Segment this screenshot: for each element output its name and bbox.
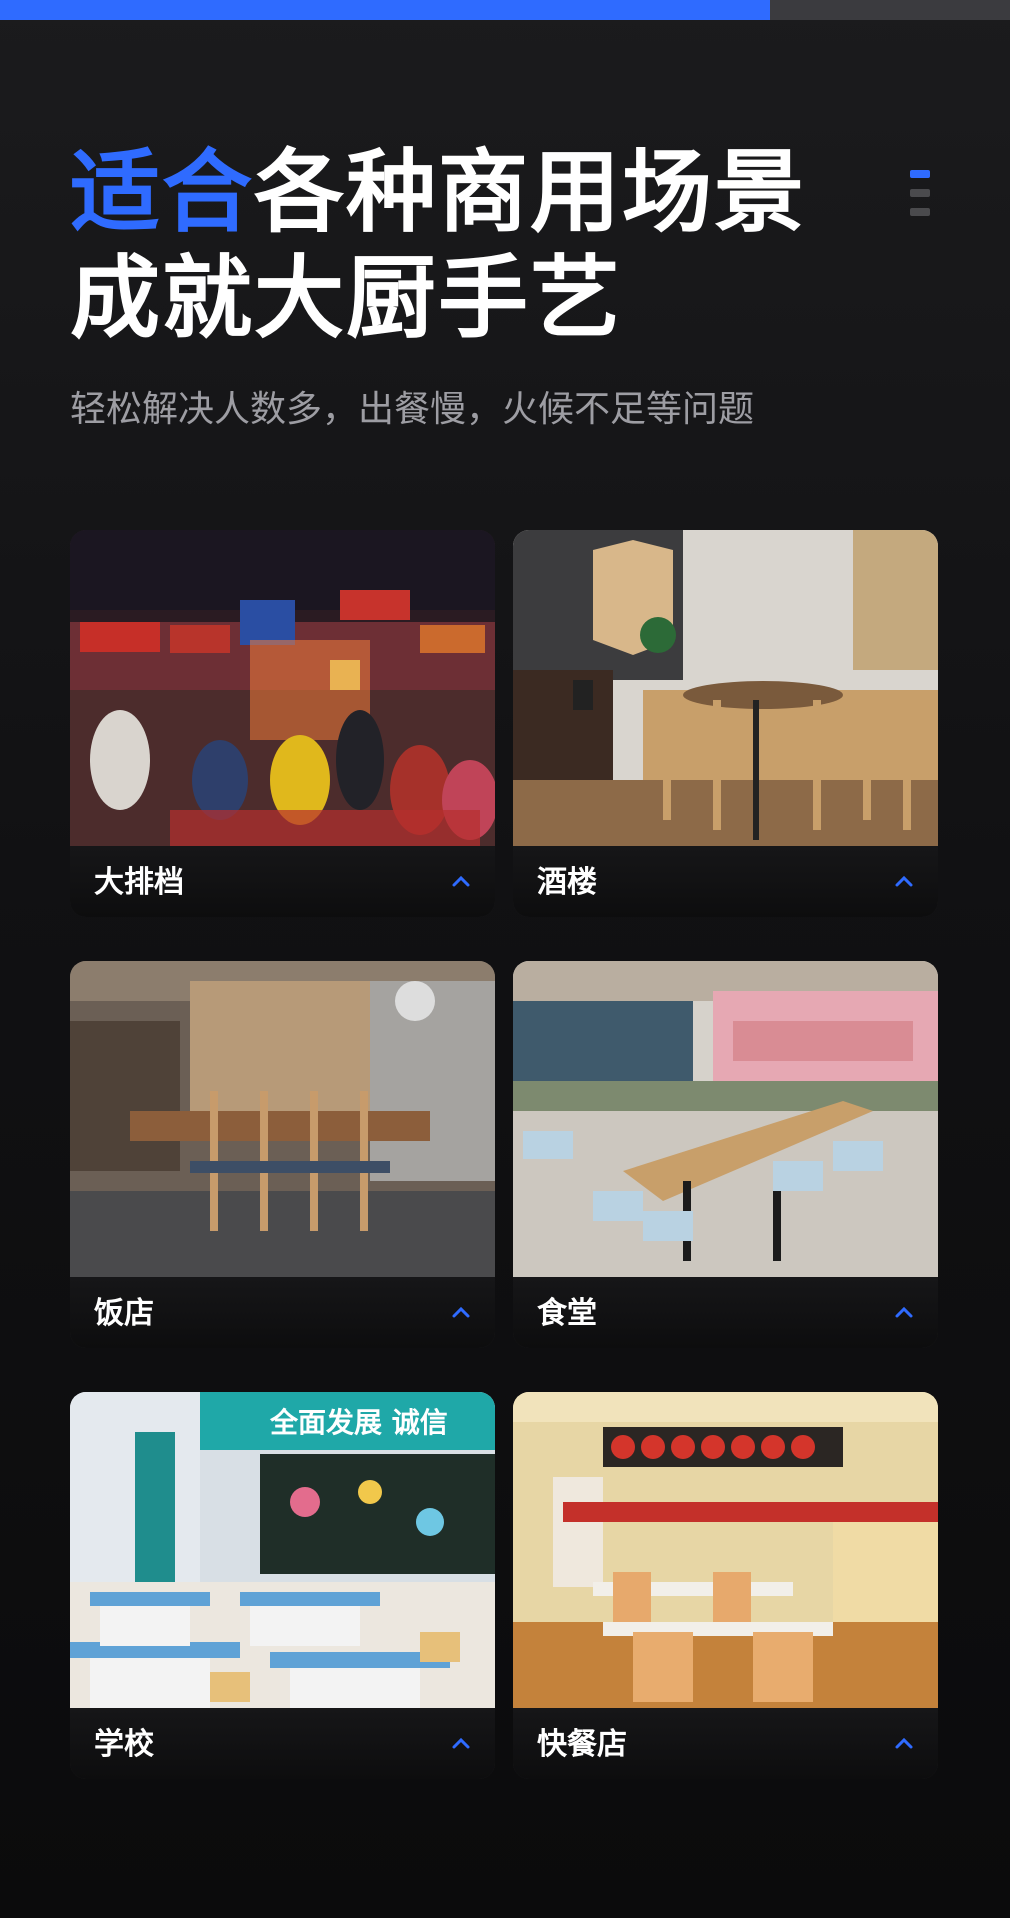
headline-line-1-rest: 各种商用场景 (254, 140, 806, 245)
scene-photo-kuaicandian (513, 1392, 938, 1708)
chevron-up-icon[interactable] (892, 1732, 916, 1756)
scene-label-shitang: 食堂 (537, 1296, 597, 1331)
scene-label-jiulou: 酒楼 (537, 865, 597, 900)
chevron-up-icon[interactable] (449, 1732, 473, 1756)
menu-icon-bar-middle (910, 189, 930, 197)
headline-accent: 适合 (70, 140, 254, 245)
scene-card-jiulou[interactable]: 酒楼 (513, 530, 938, 917)
page-subtitle: 轻松解决人数多，出餐慢，火候不足等问题 (70, 389, 755, 430)
menu-icon[interactable] (910, 170, 930, 218)
scene-photo-fandian (70, 961, 495, 1277)
scene-photo-jiulou (513, 530, 938, 846)
chevron-up-icon[interactable] (449, 1301, 473, 1325)
chevron-up-icon[interactable] (892, 870, 916, 894)
scene-caption-xuexiao: 学校 (70, 1708, 495, 1779)
scene-photo-dapaidang (70, 530, 495, 846)
chalkboard-banner: 全面发展 诚信 (269, 1406, 448, 1439)
scene-caption-jiulou: 酒楼 (513, 846, 938, 917)
scene-card-shitang[interactable]: 食堂 (513, 961, 938, 1348)
scene-card-kuaicandian[interactable]: 快餐店 (513, 1392, 938, 1779)
scene-card-dapaidang[interactable]: 大排档 (70, 530, 495, 917)
menu-icon-bar-top (910, 170, 930, 178)
scene-caption-kuaicandian: 快餐店 (513, 1708, 938, 1779)
scene-label-xuexiao: 学校 (94, 1727, 154, 1762)
progress-bar (0, 0, 1010, 20)
scene-caption-fandian: 饭店 (70, 1277, 495, 1348)
chevron-up-icon[interactable] (892, 1301, 916, 1325)
scene-label-fandian: 饭店 (94, 1296, 154, 1331)
scene-label-kuaicandian: 快餐店 (537, 1727, 627, 1762)
headline: 适合各种商用场景 成就大厨手艺 (70, 140, 890, 352)
menu-icon-bar-bottom (910, 208, 930, 216)
scene-card-fandian[interactable]: 饭店 (70, 961, 495, 1348)
headline-line-1: 适合各种商用场景 (70, 140, 890, 246)
scene-photo-xuexiao: 全面发展 诚信 (70, 1392, 495, 1708)
scene-caption-dapaidang: 大排档 (70, 846, 495, 917)
scene-card-xuexiao[interactable]: 全面发展 诚信 学校 (70, 1392, 495, 1779)
chevron-up-icon[interactable] (449, 870, 473, 894)
scene-grid: 大排档 酒楼 饭店 食堂 全面发展 诚信 学校 快餐店 (70, 530, 940, 1780)
headline-line-2: 成就大厨手艺 (70, 246, 622, 351)
scene-photo-shitang (513, 961, 938, 1277)
progress-bar-fill (0, 0, 770, 20)
scene-caption-shitang: 食堂 (513, 1277, 938, 1348)
scene-label-dapaidang: 大排档 (94, 865, 184, 900)
